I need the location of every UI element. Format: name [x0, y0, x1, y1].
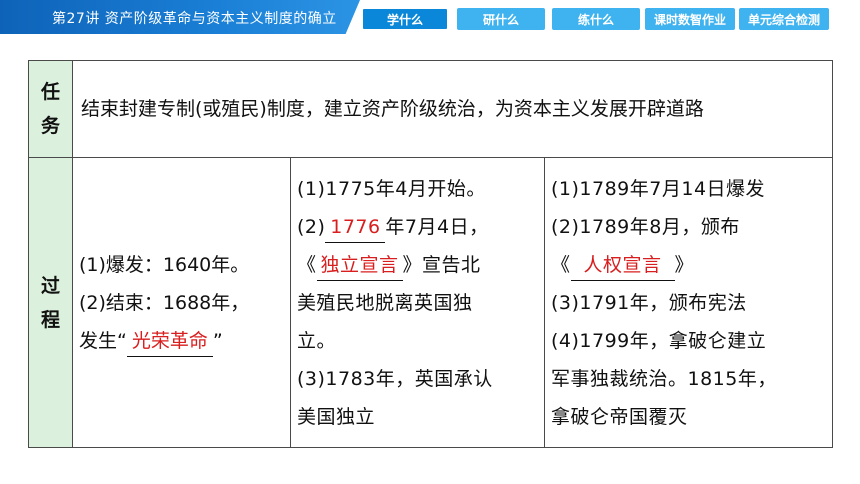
usa-line3-suffix: 》宣告北	[402, 253, 481, 276]
france-line3-prefix: 《	[551, 253, 571, 276]
tab-xue-shen-me[interactable]: 学什么	[362, 8, 448, 30]
england-line1: (1)爆发：1640年。	[79, 253, 250, 276]
lesson-title: 第27讲 资产阶级革命与资本主义制度的确立	[52, 11, 337, 27]
france-line3: 《人权宣言》	[551, 246, 826, 284]
tab-yan-shen-me[interactable]: 研什么	[457, 8, 545, 30]
france-line6: 军事独裁统治。1815年，	[551, 367, 777, 390]
usa-line2-suffix: 年7月4日，	[385, 215, 489, 238]
france-line4: (3)1791年，颁布宪法	[551, 291, 747, 314]
usa-cell: (1)1775年4月开始。 (2) 1776 年7月4日， 《独立宣言 》宣告北 美殖…	[290, 157, 545, 448]
answer-glorious-revolution: 光荣革命	[126, 326, 213, 357]
france-line5: (4)1799年，拿破仑建立	[551, 329, 767, 352]
tab-lian-shen-me[interactable]: 练什么	[552, 8, 640, 30]
process-header: 过程	[28, 157, 73, 448]
process-row: 过程 (1)爆发：1640年。 (2)结束：1688年， 发生“ 光荣革命” (1…	[28, 157, 834, 448]
task-content: 结束封建专制(或殖民)制度，建立资产阶级统治，为资本主义发展开辟道路	[71, 59, 834, 159]
task-header: 任务	[28, 59, 73, 159]
england-line3-prefix: 发生“	[79, 329, 127, 352]
france-line1: (1)1789年7月14日爆发	[551, 177, 766, 200]
usa-line5: 立。	[297, 329, 337, 352]
answer-1776: 1776	[325, 212, 386, 243]
england-line2: (2)结束：1688年，	[79, 291, 250, 314]
france-line7: 拿破仑帝国覆灭	[551, 405, 688, 428]
usa-line1: (1)1775年4月开始。	[297, 177, 486, 200]
usa-line3-prefix: 《	[297, 253, 317, 276]
answer-declaration-of-independence: 独立宣言	[316, 250, 403, 281]
usa-line2-prefix: (2)	[297, 215, 326, 238]
england-line3-suffix: ”	[212, 329, 223, 352]
task-header-text: 任务	[40, 81, 60, 138]
tab-class-homework[interactable]: 课时数智作业	[645, 8, 735, 30]
france-line2: (2)1789年8月，颁布	[551, 215, 740, 238]
task-row: 任务 结束封建专制(或殖民)制度，建立资产阶级统治，为资本主义发展开辟道路	[28, 59, 834, 159]
revolution-table: 任务 结束封建专制(或殖民)制度，建立资产阶级统治，为资本主义发展开辟道路 过程…	[28, 59, 834, 448]
usa-line2: (2) 1776 年7月4日，	[297, 208, 538, 246]
tab-unit-test[interactable]: 单元综合检测	[739, 8, 829, 30]
usa-line6: (3)1783年，英国承认	[297, 367, 493, 390]
usa-line7: 美国独立	[297, 405, 376, 428]
usa-line3: 《独立宣言 》宣告北	[297, 246, 538, 284]
usa-line4: 美殖民地脱离英国独	[297, 291, 473, 314]
process-header-text: 过程	[40, 274, 60, 331]
answer-rights-of-man: 人权宣言	[570, 250, 675, 281]
france-cell: (1)1789年7月14日爆发 (2)1789年8月，颁布 《人权宣言》 (3)…	[543, 157, 834, 448]
england-cell: (1)爆发：1640年。 (2)结束：1688年， 发生“ 光荣革命”	[72, 157, 291, 448]
top-header: 第27讲 资产阶级革命与资本主义制度的确立 学什么 研什么 练什么 课时数智作业…	[0, 0, 860, 34]
england-line3: 发生“ 光荣革命”	[79, 322, 284, 360]
france-line3-suffix: 》	[674, 253, 695, 276]
